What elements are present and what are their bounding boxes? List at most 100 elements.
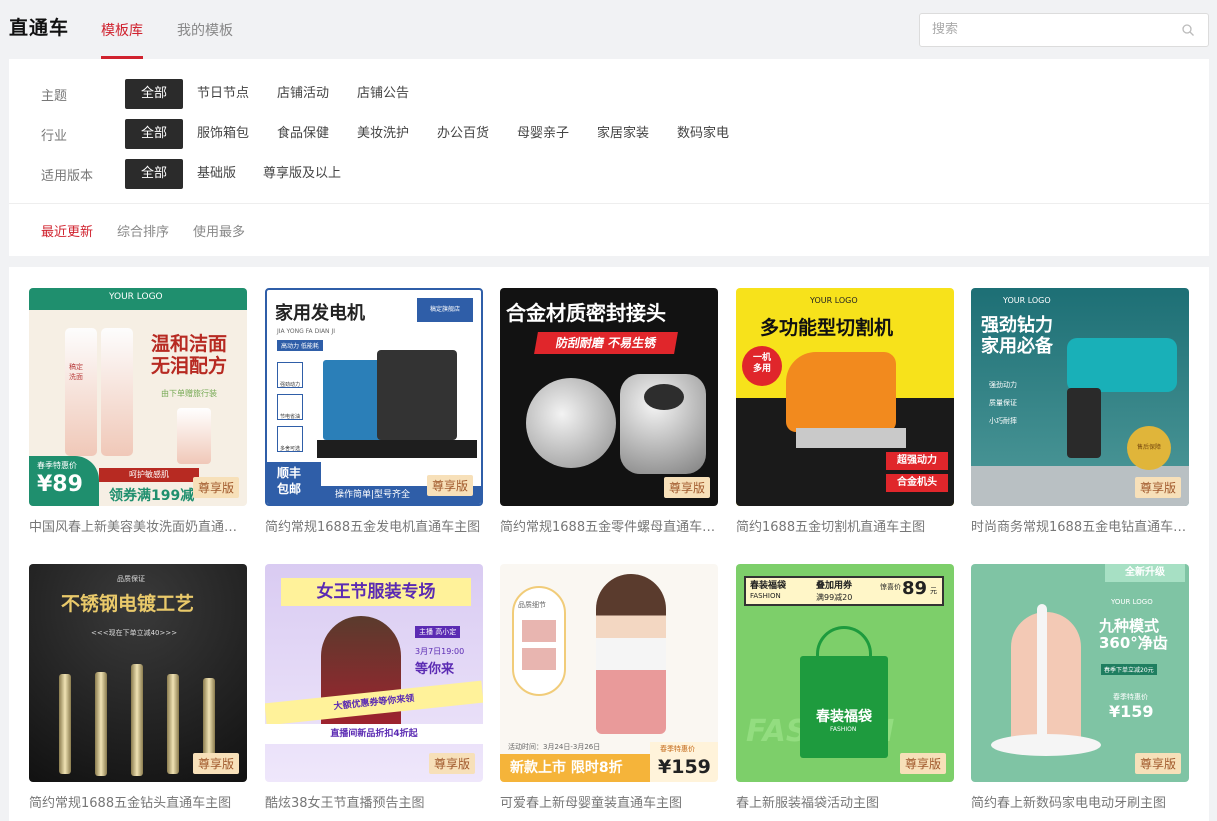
template-card[interactable]: 合金材质密封接头 防刮耐磨 不易生锈 尊享版 简约常规1688五金零件螺母直通车…: [500, 288, 718, 535]
bag-sub: FASHION: [830, 726, 857, 733]
search-input[interactable]: [932, 22, 1172, 37]
thumb-circle: 一机 多用: [742, 346, 782, 386]
price-value: 89: [902, 578, 928, 599]
template-title: 酷炫38女王节直播预告主图: [265, 796, 425, 811]
thumb-tag: 超强动力: [886, 452, 948, 470]
feature-box: 强劲动力: [277, 362, 303, 388]
price-unit: 元: [930, 587, 937, 595]
feature-item: 强劲动力: [989, 381, 1017, 389]
tool-body: [786, 352, 896, 432]
filter-option[interactable]: 尊享版及以上: [251, 159, 353, 189]
thumb-text: FASHION: [750, 592, 781, 600]
fitting-part: [526, 378, 616, 468]
price-label: 惊喜价: [880, 583, 901, 591]
divider: [9, 203, 1209, 204]
search-icon[interactable]: [1182, 24, 1194, 36]
template-title: 简约常规1688五金钻头直通车主图: [29, 796, 232, 811]
template-thumbnail: 合金材质密封接头 防刮耐磨 不易生锈 尊享版: [500, 288, 718, 506]
drill-handle: [1067, 388, 1101, 458]
bag-handle: [816, 626, 872, 666]
filter-option[interactable]: 全部: [125, 159, 184, 189]
filter-option[interactable]: 美妆洗护: [345, 119, 421, 149]
generator-base: [317, 440, 477, 458]
template-card[interactable]: 全新升级 YOUR LOGO 九种模式 360°净齿 春季下单立减20元 春季特…: [971, 564, 1189, 811]
badge-premium: 尊享版: [899, 753, 946, 774]
template-title: 中国风春上新美容美妆洗面奶直通车主图: [29, 520, 247, 535]
filter-option[interactable]: 基础版: [185, 159, 248, 189]
filter-option[interactable]: 节日节点: [185, 79, 261, 109]
thumb-headline: 女王节服装专场: [281, 578, 471, 606]
template-thumbnail: 女王节服装专场 主播 高小定 3月7日19:00 等你来 大额优惠券等你来领 直…: [265, 564, 483, 782]
sort-most-used[interactable]: 使用最多: [193, 221, 245, 240]
template-thumbnail: 品质保证 不锈钢电镀工艺 <<<现在下单立减40>>> 尊享版: [29, 564, 247, 782]
filter-row-version: 适用版本 全部 基础版 尊享版及以上: [9, 159, 1209, 189]
price-label: 春季特惠价: [660, 745, 695, 753]
price-label: 春季特惠价: [37, 461, 77, 470]
generator-engine: [377, 350, 457, 440]
thumb-time: 活动时间：3月24日-3月26日: [508, 743, 601, 751]
template-card[interactable]: 家用发电机 JIA YONG FA DIAN JI 稿定旗舰店 高动力 低能耗 …: [265, 288, 483, 535]
template-title: 简约常规1688五金发电机直通车主图: [265, 520, 481, 535]
thumb-logo: YOUR LOGO: [1111, 598, 1153, 606]
template-card[interactable]: YOUR LOGO 温和洁面 无泪配方 由下单赠旅行装 稿定 洗面 呵护敏感肌 …: [29, 288, 247, 535]
thumb-logo: YOUR LOGO: [810, 296, 858, 305]
child-figure: [596, 574, 666, 734]
filter-option[interactable]: 店铺公告: [345, 79, 421, 109]
price-label: 春季特惠价: [1113, 693, 1148, 701]
template-card[interactable]: 女王节服装专场 主播 高小定 3月7日19:00 等你来 大额优惠券等你来领 直…: [265, 564, 483, 811]
filter-option[interactable]: 店铺活动: [265, 79, 341, 109]
template-card[interactable]: 品质细节 活动时间：3月24日-3月26日 新款上市 限时8折 春季特惠价 ¥1…: [500, 564, 718, 811]
thumb-text: 叠加用券: [816, 581, 853, 591]
thumb-text: 领券满199减: [109, 488, 195, 504]
drill-bit: [167, 674, 179, 774]
medal-icon: 售后保障: [1127, 426, 1171, 470]
thumb-headline: 九种模式 360°净齿: [1099, 617, 1168, 653]
header: 直通车 模板库 我的模板: [0, 0, 1217, 59]
thumb-text: 春装福袋: [750, 581, 787, 591]
tab-template-library[interactable]: 模板库: [101, 20, 143, 40]
template-thumbnail: 家用发电机 JIA YONG FA DIAN JI 稿定旗舰店 高动力 低能耗 …: [265, 288, 483, 506]
drill-bit: [131, 664, 143, 776]
template-title: 时尚商务常规1688五金电钻直通车主图: [971, 520, 1189, 535]
thumb-headline: 温和洁面 无泪配方: [151, 333, 228, 377]
filter-option[interactable]: 服饰箱包: [185, 119, 261, 149]
filter-option[interactable]: 食品保健: [265, 119, 341, 149]
feature-item: 小巧耐摔: [989, 417, 1017, 425]
thumb-sub: 防刮耐磨 不易生锈: [534, 332, 678, 354]
thumb-text: 由下单赠旅行装: [161, 389, 217, 398]
thumb-cta: 等你来: [415, 662, 455, 677]
filter-option[interactable]: 全部: [125, 79, 184, 109]
drill-bit: [59, 674, 71, 774]
badge-premium: 尊享版: [1134, 477, 1181, 498]
product-label: 稿定 洗面: [69, 363, 83, 381]
filter-label: 主题: [41, 89, 68, 104]
badge-premium: 尊享版: [428, 753, 475, 774]
filter-option[interactable]: 全部: [125, 119, 184, 149]
app-title: 直通车: [9, 17, 70, 39]
sort-overall[interactable]: 综合排序: [117, 221, 169, 240]
thumb-headline: 强劲钻力 家用必备: [981, 315, 1053, 357]
badge-premium: 尊享版: [663, 477, 710, 498]
template-card[interactable]: 品质保证 不锈钢电镀工艺 <<<现在下单立减40>>> 尊享版 简约常规1688…: [29, 564, 247, 811]
thumb-headline: 不锈钢电镀工艺: [61, 593, 195, 615]
search-box[interactable]: [919, 13, 1209, 47]
filter-label: 适用版本: [41, 169, 94, 184]
tab-my-templates[interactable]: 我的模板: [177, 20, 233, 40]
sort-latest[interactable]: 最近更新: [41, 221, 93, 240]
thumb-headline: 合金材质密封接头: [506, 301, 666, 325]
template-card[interactable]: FASHION 春装福袋 FASHION 叠加用券 满99减20 惊喜价 89 …: [736, 564, 954, 811]
badge-premium: 尊享版: [426, 475, 473, 496]
filter-option[interactable]: 办公百货: [425, 119, 501, 149]
filter-option[interactable]: 母婴亲子: [505, 119, 581, 149]
detail-swatch: [522, 648, 556, 670]
template-card[interactable]: YOUR LOGO 强劲钻力 家用必备 强劲动力 质量保证 小巧耐摔 售后保障 …: [971, 288, 1189, 535]
thumb-ribbon: 全新升级: [1105, 564, 1185, 582]
badge-premium: 尊享版: [192, 753, 239, 774]
thumb-text: 满99减20: [816, 593, 853, 602]
template-title: 简约春上新数码家电电动牙刷主图: [971, 796, 1167, 811]
drill-body: [1067, 338, 1177, 392]
filter-option[interactable]: 数码家电: [665, 119, 741, 149]
filter-option[interactable]: 家居家装: [585, 119, 661, 149]
toothbrush: [1037, 604, 1047, 744]
template-card[interactable]: YOUR LOGO 多功能型切割机 一机 多用 超强动力 合金机头 简约1688…: [736, 288, 954, 535]
